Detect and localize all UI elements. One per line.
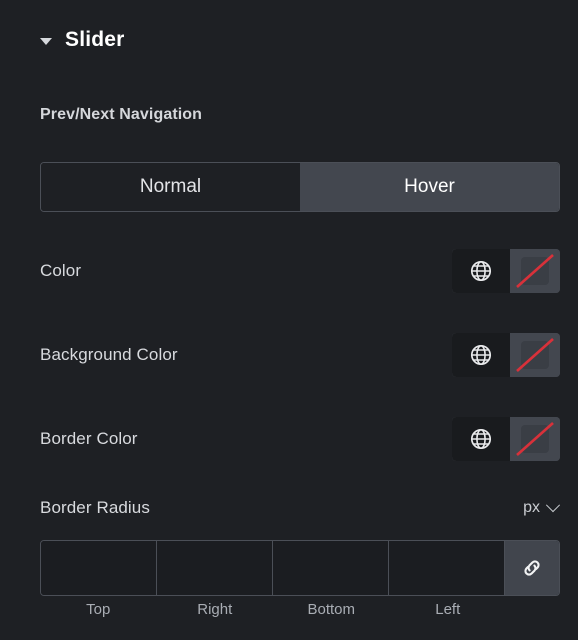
chevron-down-icon (545, 498, 561, 513)
section-header-slider[interactable]: Slider (40, 24, 125, 56)
tab-hover[interactable]: Hover (300, 163, 559, 211)
label-right: Right (197, 601, 233, 618)
border-color-label: Border Color (40, 429, 138, 448)
border-radius-right-input[interactable] (157, 541, 273, 595)
tab-normal[interactable]: Normal (41, 163, 300, 211)
color-swatch-no-color[interactable] (510, 333, 560, 377)
globe-icon[interactable] (452, 417, 510, 461)
control-row-border-color: Border Color (40, 417, 560, 461)
label-bottom: Bottom (307, 601, 356, 618)
border-radius-left-input[interactable] (389, 541, 505, 595)
border-radius-field-labels: Top Right Bottom Left (40, 601, 506, 618)
border-radius-top-input[interactable] (41, 541, 157, 595)
link-icon[interactable] (505, 541, 559, 595)
page-title: Slider (65, 28, 125, 51)
slider-style-panel: Slider Prev/Next Navigation Normal Hover… (0, 0, 578, 640)
globe-icon[interactable] (452, 249, 510, 293)
color-picker-color (452, 249, 560, 293)
color-picker-border-color (452, 417, 560, 461)
globe-icon[interactable] (452, 333, 510, 377)
control-row-color: Color (40, 249, 560, 293)
unit-value: px (523, 499, 540, 516)
border-radius-header: Border Radius px (40, 494, 561, 522)
border-radius-inputs (40, 540, 560, 596)
prev-next-navigation-label: Prev/Next Navigation (40, 106, 203, 123)
swatch-fill (521, 341, 549, 369)
unit-select[interactable]: px (523, 498, 561, 517)
label-top: Top (86, 601, 111, 618)
label-left: Left (435, 601, 461, 618)
background-color-label: Background Color (40, 345, 178, 364)
swatch-fill (521, 257, 549, 285)
caret-down-icon (40, 38, 52, 45)
swatch-fill (521, 425, 549, 453)
control-row-background-color: Background Color (40, 333, 560, 377)
state-tabs: Normal Hover (40, 162, 560, 212)
color-label: Color (40, 261, 82, 280)
border-radius-bottom-input[interactable] (273, 541, 389, 595)
color-picker-background-color (452, 333, 560, 377)
color-swatch-no-color[interactable] (510, 249, 560, 293)
color-swatch-no-color[interactable] (510, 417, 560, 461)
border-radius-label: Border Radius (40, 498, 150, 517)
